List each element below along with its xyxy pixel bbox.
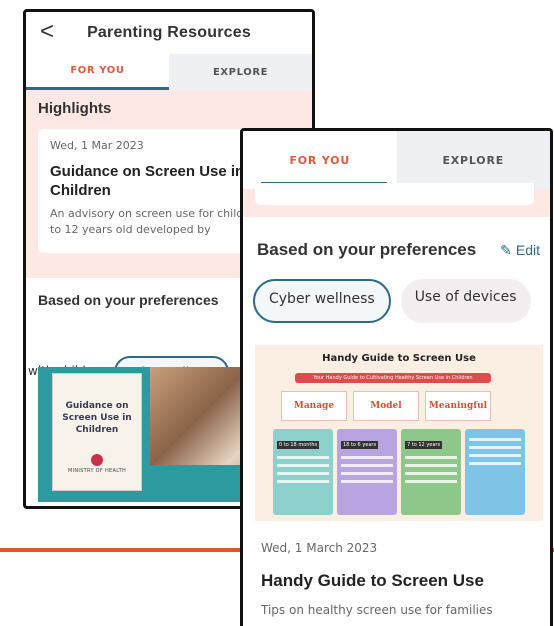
preferences-heading: Based on your preferences <box>257 240 477 259</box>
tab-bar: FOR YOU EXPLORE <box>26 54 312 90</box>
edit-preferences-button[interactable]: ✎ Edit <box>500 242 540 259</box>
principle-meaningful: Meaningful <box>425 391 491 421</box>
highlights-heading: Highlights <box>38 100 112 117</box>
tab-for-you[interactable]: FOR YOU <box>243 131 397 189</box>
infographic-age-columns: 0 to 18 months 18 to 6 years 7 to 12 yea… <box>273 429 525 515</box>
document-cover: Guidance on Screen Use in Children MINIS… <box>52 373 142 491</box>
infographic-banner: Your Handy Guide to Cultivating Healthy … <box>295 373 491 383</box>
document-cover-org: MINISTRY OF HEALTH <box>67 468 127 474</box>
tab-explore[interactable]: EXPLORE <box>169 54 312 90</box>
infographic-title: Handy Guide to Screen Use <box>322 353 476 364</box>
infographic-principles: Manage Model Meaningful <box>281 391 491 421</box>
back-arrow-icon[interactable]: < <box>40 18 54 46</box>
age-column-label: 7 to 12 years <box>405 441 443 449</box>
preferences-header: Based on your preferences ✎ Edit <box>243 217 550 265</box>
edit-label: Edit <box>515 241 540 258</box>
pencil-icon: ✎ <box>500 241 512 258</box>
chip-cyber-wellness[interactable]: Cyber wellness <box>253 279 391 323</box>
age-column <box>465 429 525 515</box>
principle-manage: Manage <box>281 391 347 421</box>
age-column-label: 18 to 6 years <box>341 441 379 449</box>
article-card[interactable]: Handy Guide to Screen Use Your Handy Gui… <box>255 345 543 626</box>
highlights-section-edge <box>243 183 550 217</box>
front-phone-screen: FOR YOU EXPLORE Based on your preference… <box>240 128 553 626</box>
ministry-logo-icon <box>91 454 103 466</box>
document-cover-title: Guidance on Screen Use in Children <box>62 401 132 435</box>
age-column: 0 to 18 months <box>273 429 333 515</box>
app-header: < Parenting Resources <box>26 12 312 54</box>
page-title: Parenting Resources <box>87 24 251 41</box>
article-infographic: Handy Guide to Screen Use Your Handy Gui… <box>255 345 543 521</box>
preference-chips: Cyber wellness Use of devices <box>243 265 550 323</box>
principle-model: Model <box>353 391 419 421</box>
chip-use-of-devices[interactable]: Use of devices <box>400 279 531 323</box>
tab-explore[interactable]: EXPLORE <box>396 131 550 189</box>
article-meta: Wed, 1 March 2023 Handy Guide to Screen … <box>255 521 543 617</box>
tab-for-you[interactable]: FOR YOU <box>26 54 169 90</box>
article-title: Handy Guide to Screen Use <box>261 571 484 590</box>
age-column-label: 0 to 18 months <box>277 441 320 449</box>
highlight-card-edge <box>255 183 534 205</box>
tab-bar: FOR YOU EXPLORE <box>243 131 550 189</box>
age-column: 18 to 6 years <box>337 429 397 515</box>
infographic-banner-text: Your Handy Guide to Cultivating Healthy … <box>313 375 473 381</box>
article-date: Wed, 1 March 2023 <box>261 541 378 555</box>
article-description: Tips on healthy screen use for families <box>261 603 493 617</box>
age-column: 7 to 12 years <box>401 429 461 515</box>
